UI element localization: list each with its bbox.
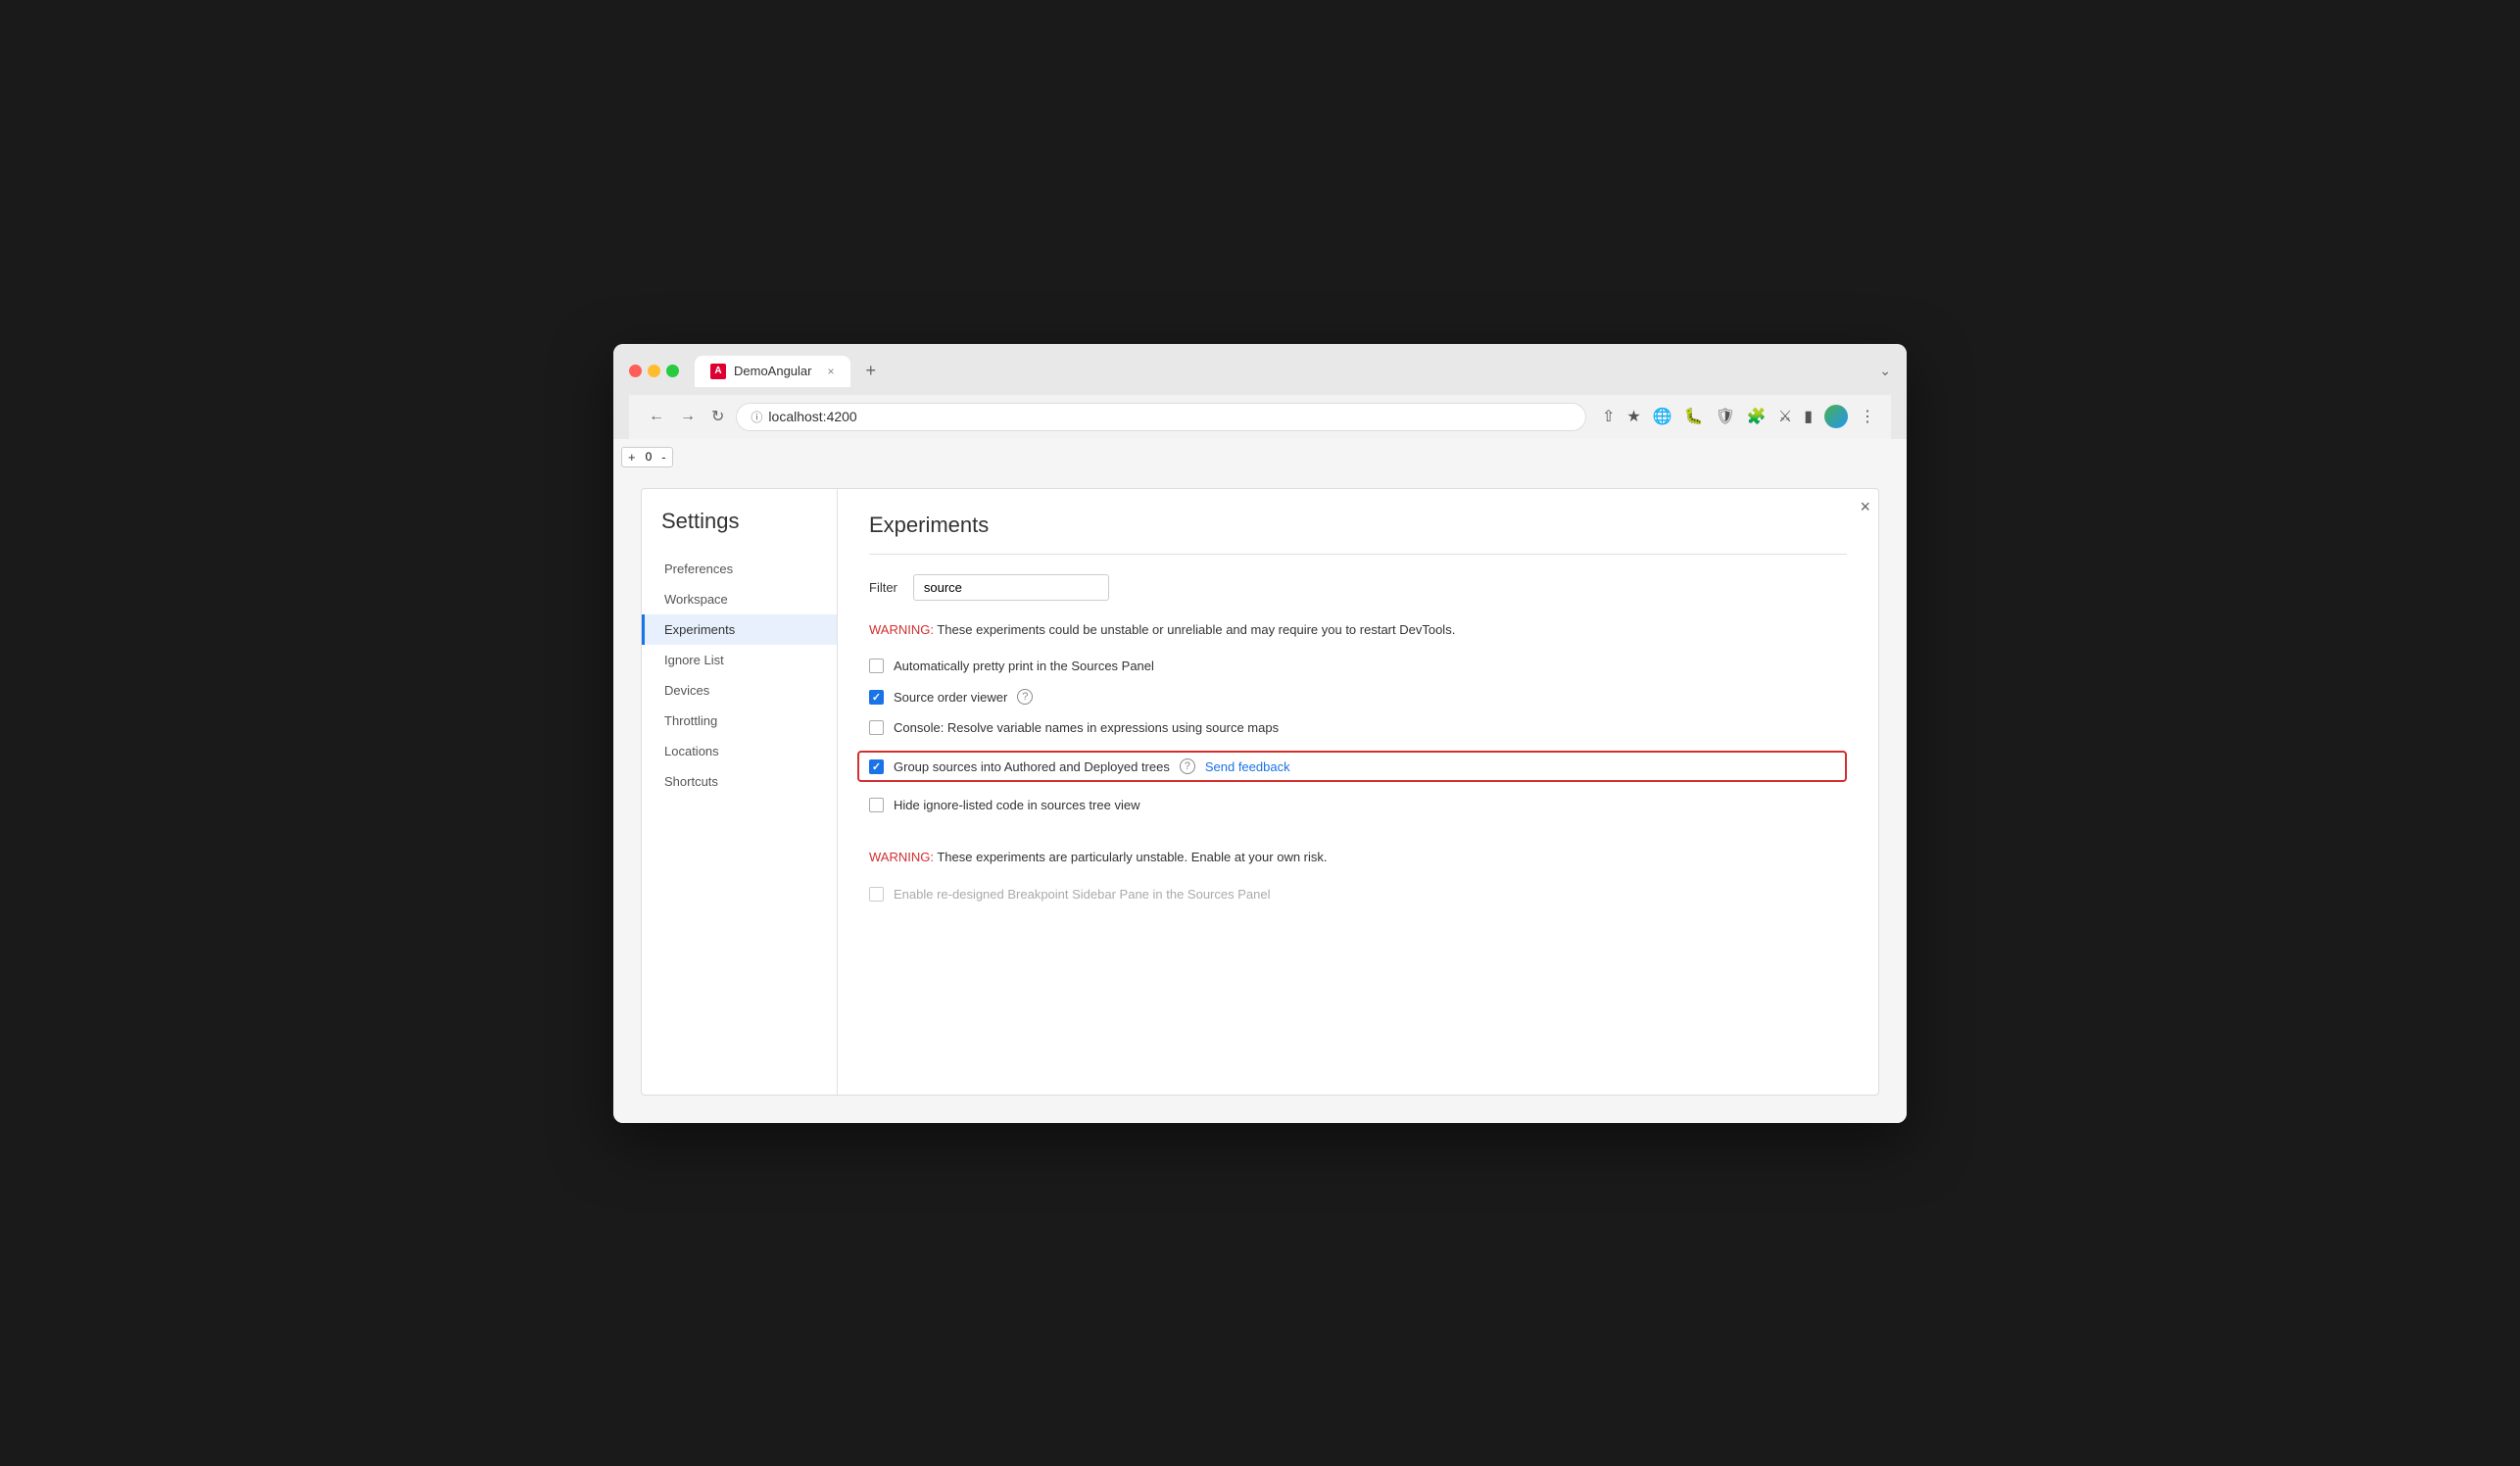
settings-panel-title: Settings bbox=[642, 509, 837, 554]
counter-minus-button[interactable]: - bbox=[655, 448, 671, 466]
filter-label: Filter bbox=[869, 580, 897, 595]
sidebar-item-throttling[interactable]: Throttling bbox=[642, 706, 837, 736]
tab-close-button[interactable]: × bbox=[828, 365, 835, 378]
puzzle-icon[interactable]: 🧩 bbox=[1747, 407, 1767, 426]
experiment-label-auto-pretty-print: Automatically pretty print in the Source… bbox=[894, 659, 1154, 673]
minimize-traffic-light[interactable] bbox=[648, 365, 660, 377]
help-icon-source-order-viewer[interactable]: ? bbox=[1017, 689, 1033, 705]
menu-icon[interactable]: ⋮ bbox=[1860, 407, 1875, 426]
experiment-item-auto-pretty-print: Automatically pretty print in the Source… bbox=[869, 659, 1847, 673]
main-section-title: Experiments bbox=[869, 513, 1847, 555]
sidebar-item-devices[interactable]: Devices bbox=[642, 675, 837, 706]
browser-toolbar: ← → ↻ ⓘ localhost:4200 ⇧ ★ 🌐 🐛 🛡 🧩 ⚔ ▮ ⋮ bbox=[629, 395, 1891, 439]
sidebar-item-ignore-list[interactable]: Ignore List bbox=[642, 645, 837, 675]
forward-button[interactable]: → bbox=[676, 404, 700, 429]
address-url: localhost:4200 bbox=[768, 409, 856, 424]
maximize-traffic-light[interactable] bbox=[666, 365, 679, 377]
devtools-counter: + 0 - bbox=[621, 447, 673, 467]
counter-plus-button[interactable]: + bbox=[622, 448, 642, 466]
tab-menu-button[interactable]: ⌄ bbox=[1879, 363, 1891, 379]
warning-text-2-body: These experiments are particularly unsta… bbox=[937, 850, 1327, 864]
address-bar[interactable]: ⓘ localhost:4200 bbox=[736, 403, 1586, 431]
browser-window: A DemoAngular × + ⌄ ← → ↻ ⓘ localhost:42… bbox=[613, 344, 1907, 1123]
experiment-item-group-sources: Group sources into Authored and Deployed… bbox=[857, 751, 1847, 782]
sidebar-icon[interactable]: ▮ bbox=[1804, 407, 1813, 426]
sidebar-item-experiments[interactable]: Experiments bbox=[642, 614, 837, 645]
active-tab[interactable]: A DemoAngular × bbox=[695, 356, 850, 387]
reload-button[interactable]: ↻ bbox=[707, 403, 728, 430]
address-lock-icon: ⓘ bbox=[751, 409, 762, 425]
experiment-item-source-order-viewer: Source order viewer ? bbox=[869, 689, 1847, 705]
experiment-label-console-resolve: Console: Resolve variable names in expre… bbox=[894, 720, 1279, 735]
bug-icon[interactable]: 🐛 bbox=[1684, 407, 1704, 426]
sidebar-item-shortcuts[interactable]: Shortcuts bbox=[642, 766, 837, 797]
experiment-label-group-sources: Group sources into Authored and Deployed… bbox=[894, 759, 1170, 774]
close-traffic-light[interactable] bbox=[629, 365, 642, 377]
settings-sidebar: Settings Preferences Workspace Experimen… bbox=[642, 489, 838, 1095]
checkbox-console-resolve[interactable] bbox=[869, 720, 884, 735]
checkbox-auto-pretty-print[interactable] bbox=[869, 659, 884, 673]
earth-icon[interactable]: 🌐 bbox=[1653, 407, 1672, 426]
section-divider bbox=[869, 828, 1847, 848]
traffic-lights bbox=[629, 365, 679, 377]
checkbox-hide-ignore-listed[interactable] bbox=[869, 798, 884, 812]
settings-close-button[interactable]: × bbox=[1860, 497, 1870, 517]
back-button[interactable]: ← bbox=[645, 404, 668, 429]
send-feedback-link[interactable]: Send feedback bbox=[1205, 759, 1290, 774]
filter-row: Filter bbox=[869, 574, 1847, 601]
browser-titlebar: A DemoAngular × + ⌄ ← → ↻ ⓘ localhost:42… bbox=[613, 344, 1907, 439]
experiment-item-redesigned-breakpoint: Enable re-designed Breakpoint Sidebar Pa… bbox=[869, 887, 1847, 902]
checkbox-group-sources[interactable] bbox=[869, 759, 884, 774]
new-tab-button[interactable]: + bbox=[858, 357, 885, 385]
tab-favicon: A bbox=[710, 364, 726, 379]
warning-text-1-body: These experiments could be unstable or u… bbox=[937, 622, 1455, 637]
warning-label-1: WARNING: bbox=[869, 622, 934, 637]
settings-main-content: Experiments Filter WARNING: These experi… bbox=[838, 489, 1878, 1095]
sidebar-item-workspace[interactable]: Workspace bbox=[642, 584, 837, 614]
warning-text-2: WARNING: These experiments are particula… bbox=[869, 848, 1847, 867]
help-icon-group-sources[interactable]: ? bbox=[1180, 758, 1195, 774]
settings-panel: × Settings Preferences Workspace Experim… bbox=[641, 488, 1879, 1096]
shield-icon[interactable]: 🛡 bbox=[1716, 407, 1735, 426]
warning-text-1: WARNING: These experiments could be unst… bbox=[869, 620, 1847, 640]
checkbox-redesigned-breakpoint[interactable] bbox=[869, 887, 884, 902]
toolbar-actions: ⇧ ★ 🌐 🐛 🛡 🧩 ⚔ ▮ ⋮ bbox=[1602, 405, 1875, 428]
experiment-item-hide-ignore-listed: Hide ignore-listed code in sources tree … bbox=[869, 798, 1847, 812]
checkbox-source-order-viewer[interactable] bbox=[869, 690, 884, 705]
sidebar-item-locations[interactable]: Locations bbox=[642, 736, 837, 766]
bookmark-icon[interactable]: ★ bbox=[1626, 407, 1640, 426]
tab-row: A DemoAngular × + ⌄ bbox=[629, 356, 1891, 387]
tab-title: DemoAngular bbox=[734, 364, 812, 378]
filter-input[interactable] bbox=[913, 574, 1109, 601]
profile-avatar[interactable] bbox=[1824, 405, 1848, 428]
experiment-label-redesigned-breakpoint: Enable re-designed Breakpoint Sidebar Pa… bbox=[894, 887, 1270, 902]
experiment-label-hide-ignore-listed: Hide ignore-listed code in sources tree … bbox=[894, 798, 1139, 812]
experiment-item-console-resolve: Console: Resolve variable names in expre… bbox=[869, 720, 1847, 735]
warning-label-2: WARNING: bbox=[869, 850, 934, 864]
sidebar-item-preferences[interactable]: Preferences bbox=[642, 554, 837, 584]
counter-value: 0 bbox=[642, 448, 656, 465]
browser-content: + 0 - × Settings Preferences Workspace E… bbox=[613, 439, 1907, 1123]
experiment-label-source-order-viewer: Source order viewer bbox=[894, 690, 1007, 705]
share-icon[interactable]: ⇧ bbox=[1602, 407, 1615, 426]
flask-icon[interactable]: ⚔ bbox=[1778, 407, 1792, 426]
